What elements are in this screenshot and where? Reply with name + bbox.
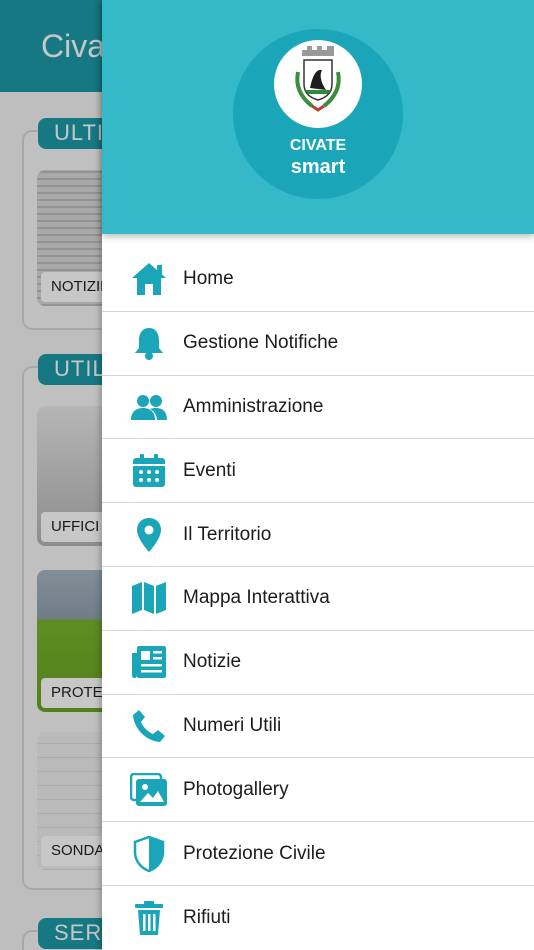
menu-item-interactive-map[interactable]: Mappa Interattiva [102,567,534,631]
trash-icon [130,899,168,937]
images-icon [130,771,168,809]
bell-icon [130,324,168,362]
phone-icon [130,707,168,745]
logo-text-smart: smart [290,156,346,178]
menu-item-territory[interactable]: Il Territorio [102,503,534,567]
menu-item-civil-protection[interactable]: Protezione Civile [102,822,534,886]
menu-item-administration[interactable]: Amministrazione [102,376,534,440]
menu-item-label: Eventi [183,459,236,481]
menu-item-label: Il Territorio [183,523,272,545]
menu-item-home[interactable]: Home [102,248,534,312]
logo-text-civate: CIVATE [289,137,347,154]
drawer-menu: Home Gestione Notifiche Amministrazione … [102,248,534,950]
menu-item-waste[interactable]: Rifiuti [102,886,534,950]
menu-item-label: Numeri Utili [183,714,282,736]
crest-emblem [274,40,362,128]
menu-item-label: Amministrazione [183,395,324,417]
menu-item-photogallery[interactable]: Photogallery [102,758,534,823]
menu-item-label: Gestione Notifiche [183,332,339,354]
map-icon [130,579,168,617]
shield-icon [130,835,168,873]
menu-item-label: Mappa Interattiva [183,587,330,609]
menu-item-label: Photogallery [183,778,289,800]
calendar-icon [130,452,168,490]
newspaper-icon [130,643,168,681]
home-icon [130,260,168,298]
menu-item-label: Notizie [183,651,242,673]
navigation-drawer: CIVATE smart Home Gestione Notifiche Amm… [102,0,534,950]
menu-item-events[interactable]: Eventi [102,439,534,504]
menu-item-news[interactable]: Notizie [102,631,534,695]
menu-item-notifications[interactable]: Gestione Notifiche [102,312,534,376]
menu-item-label: Rifiuti [183,906,231,928]
app-logo: CIVATE smart [233,29,403,199]
menu-item-useful-numbers[interactable]: Numeri Utili [102,695,534,759]
menu-item-label: Protezione Civile [183,842,326,864]
users-icon [130,388,168,426]
drawer-header: CIVATE smart [102,0,534,234]
map-pin-icon [130,516,168,554]
menu-item-label: Home [183,268,234,290]
